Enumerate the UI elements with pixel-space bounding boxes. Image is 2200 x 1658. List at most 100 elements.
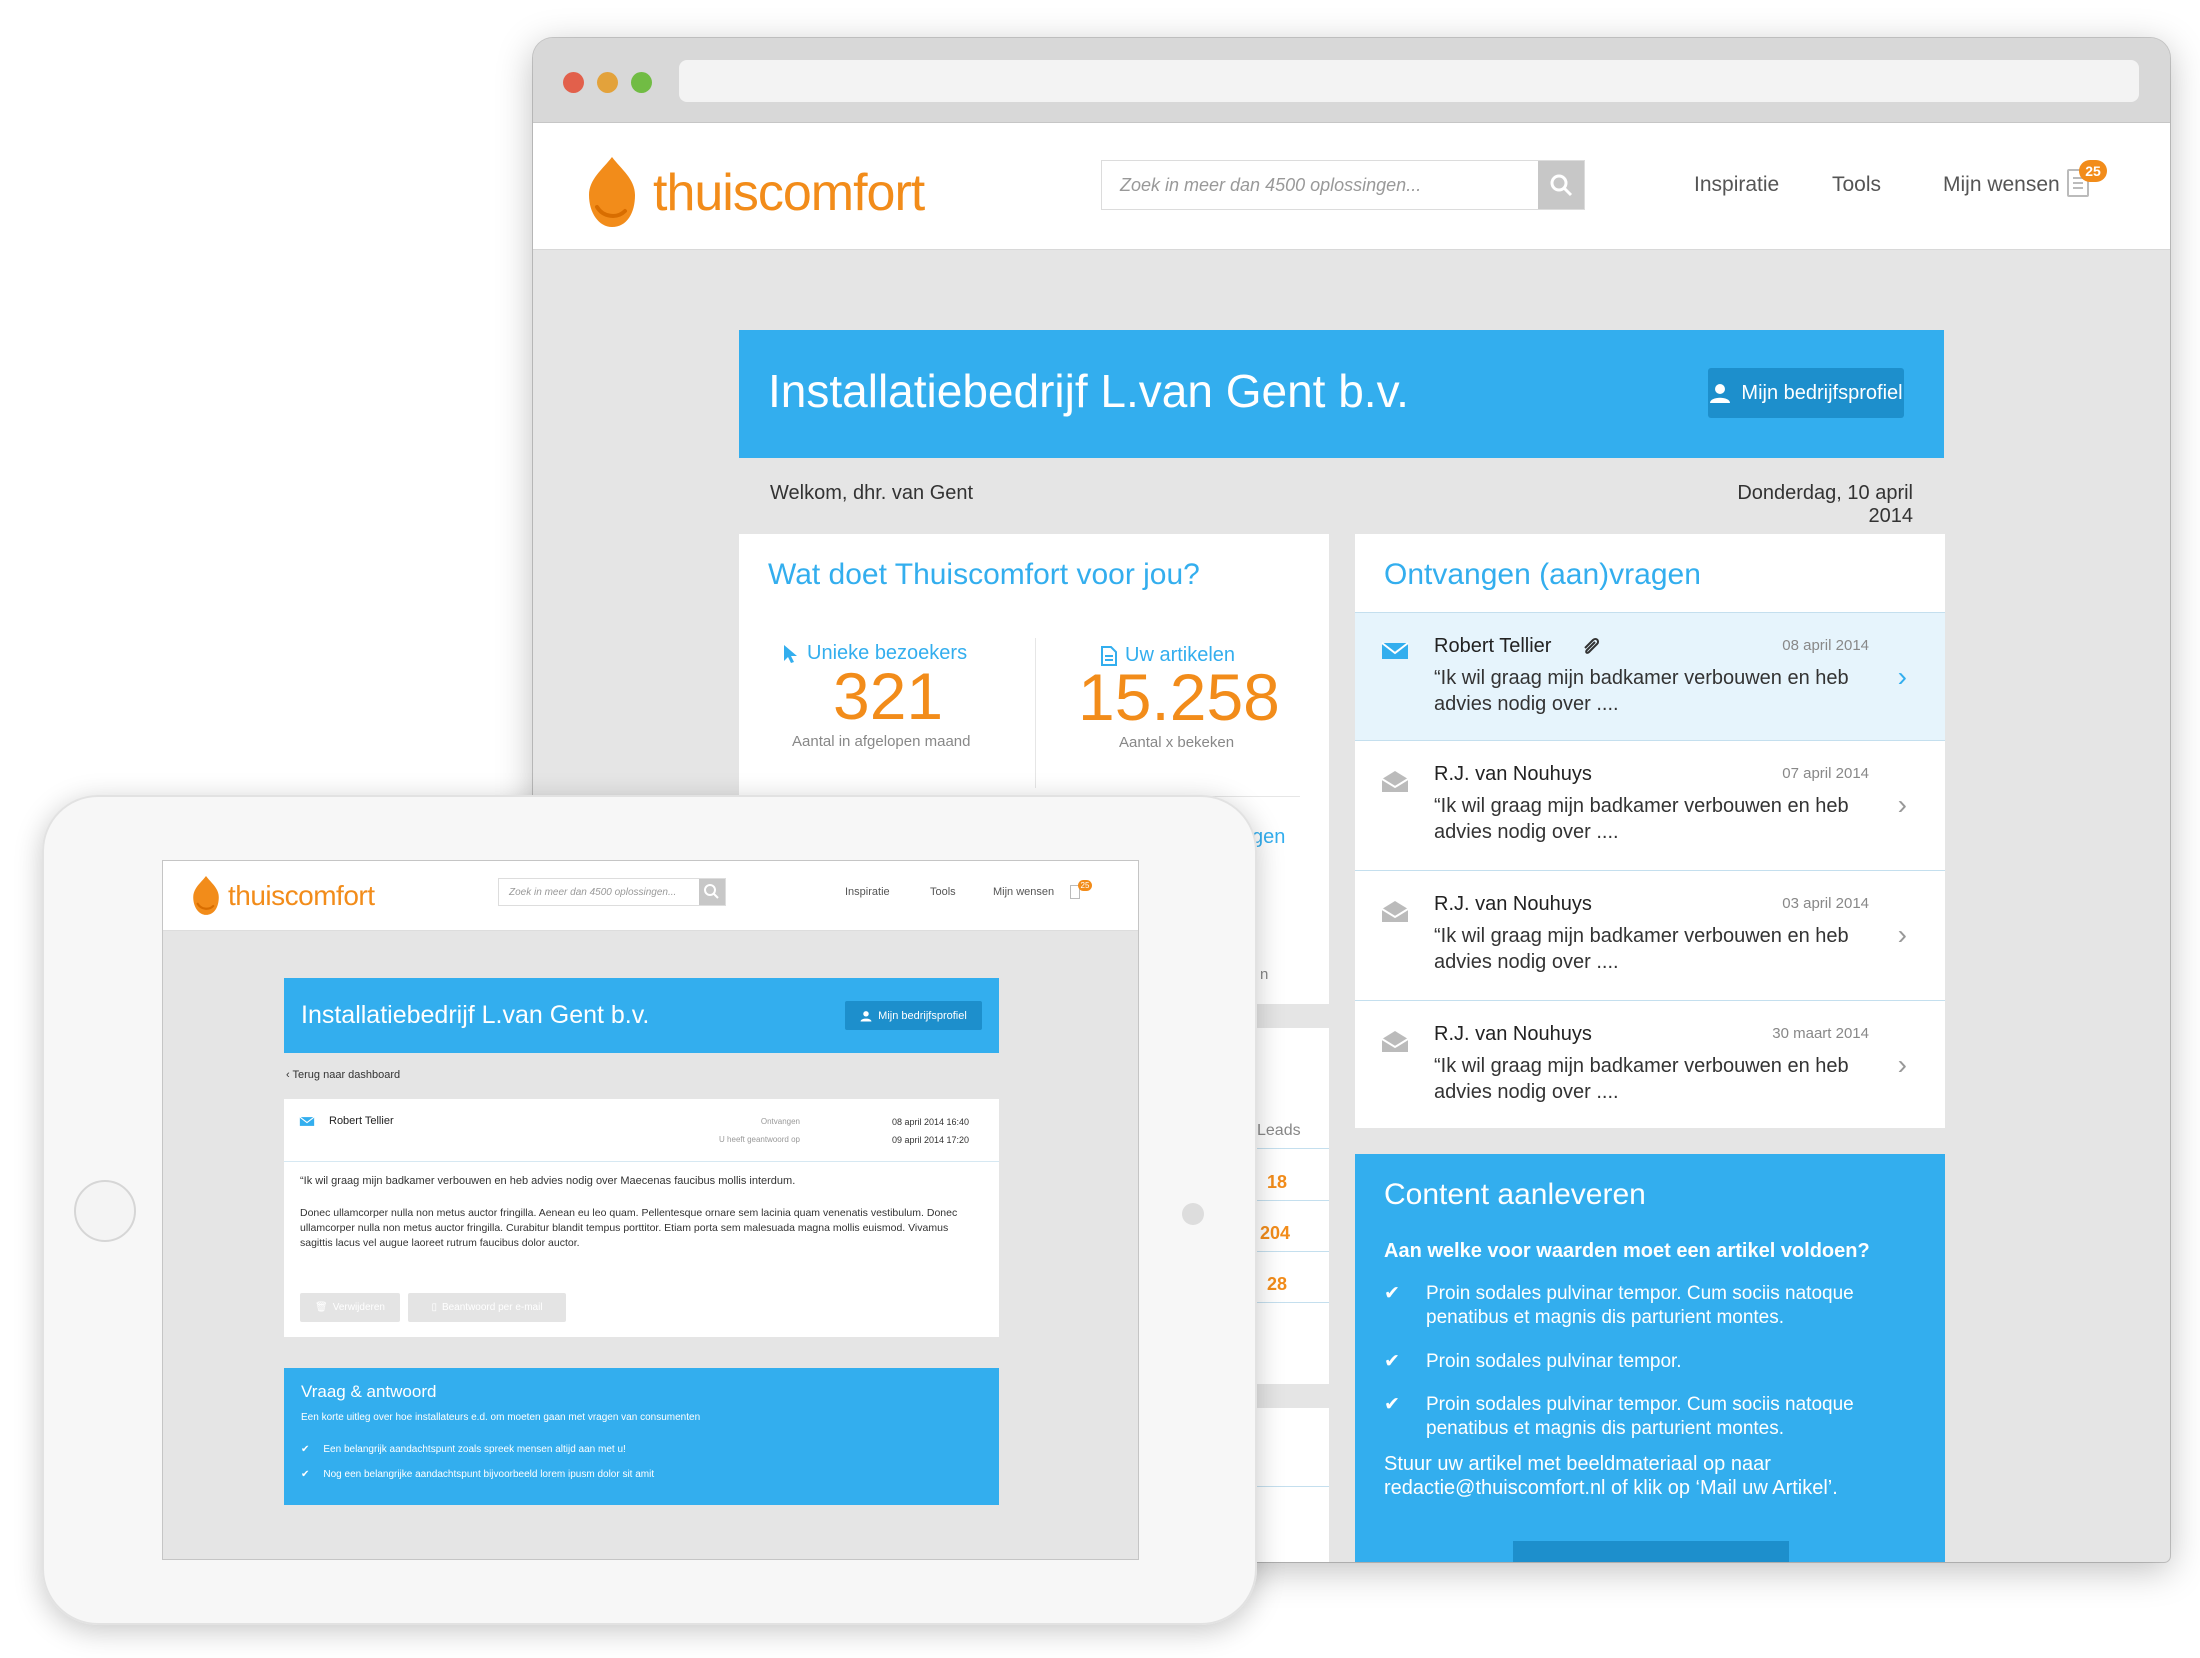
requirement-item: ✔ Proin sodales pulvinar tempor. Cum soc…	[1384, 1282, 1914, 1330]
search-icon	[1550, 174, 1573, 197]
leads-value: 28	[1267, 1274, 1288, 1294]
brand-name: thuiscomfort	[228, 880, 375, 911]
address-bar[interactable]	[679, 60, 2139, 102]
message-meta-labels: Ontvangen U heeft geantwoord op	[704, 1113, 800, 1149]
reply-label: Beantwoord per e-mail	[441, 1302, 543, 1313]
company-name: Installatiebedrijf L.van Gent b.v.	[768, 365, 1409, 417]
user-icon	[860, 1010, 872, 1021]
tablet-screen: thuiscomfort Zoek in meer dan 4500 oplos…	[162, 860, 1139, 1560]
nav-inspiratie[interactable]: Inspiratie	[1694, 173, 1779, 197]
home-button[interactable]	[74, 1180, 136, 1242]
company-name: Installatiebedrijf L.van Gent b.v.	[301, 1001, 650, 1029]
nav-tools[interactable]: Tools	[1832, 173, 1881, 197]
qa-item: ✔ Nog een belangrijke aandachtspunt bijvo…	[301, 1469, 654, 1480]
search-placeholder: Zoek in meer dan 4500 oplossingen...	[509, 887, 677, 898]
search-input[interactable]: Zoek in meer dan 4500 oplossingen...	[498, 878, 726, 906]
maximize-window-button[interactable]	[631, 72, 652, 93]
leads-value: 18	[1267, 1172, 1288, 1192]
requirement-text: Proin sodales pulvinar tempor.	[1426, 1351, 1682, 1372]
company-profile-label: Mijn bedrijfsprofiel	[878, 1009, 967, 1022]
welcome-text: Welkom, dhr. van Gent	[770, 482, 974, 504]
qa-item-text: Een belangrijk aandachtspunt zoals spree…	[323, 1444, 626, 1455]
search-placeholder: Zoek in meer dan 4500 oplossingen...	[1120, 175, 1422, 195]
qa-title: Vraag & antwoord	[301, 1382, 437, 1401]
logo[interactable]: thuiscomfort	[191, 871, 375, 921]
tablet-device: thuiscomfort Zoek in meer dan 4500 oplos…	[42, 795, 1257, 1625]
chevron-right-icon[interactable]: ›	[1898, 789, 1907, 821]
inbox-message[interactable]: R.J. van Nouhuys 07 april 2014 “Ik wil g…	[1355, 740, 1945, 868]
qa-item: ✔ Een belangrijk aandachtspunt zoals spre…	[301, 1444, 626, 1455]
user-icon	[1710, 384, 1731, 403]
message-sender: Robert Tellier	[329, 1115, 394, 1127]
message-quote: “Ik wil graag mijn badkamer verbouwen en…	[300, 1175, 796, 1187]
inbox-message[interactable]: R.J. van Nouhuys 30 maart 2014 “Ik wil g…	[1355, 1000, 1945, 1128]
nav-inspiratie[interactable]: Inspiratie	[845, 886, 890, 898]
message-preview: “Ik wil graag mijn badkamer verbouwen en…	[1434, 925, 1849, 973]
close-window-button[interactable]	[563, 72, 584, 93]
check-icon: ✔	[1384, 1283, 1400, 1304]
message-sender: R.J. van Nouhuys	[1434, 763, 1592, 785]
message-preview: “Ik wil graag mijn badkamer verbouwen en…	[1434, 795, 1849, 843]
message-sender: R.J. van Nouhuys	[1434, 1023, 1592, 1045]
inbox-panel: Ontvangen (aan)vragen Robert Tellier 08 …	[1355, 534, 1945, 1128]
requirement-item: ✔ Proin sodales pulvinar tempor.	[1384, 1350, 1914, 1374]
logo[interactable]: thuiscomfort	[585, 153, 925, 233]
envelope-icon	[299, 1116, 315, 1126]
stats-divider	[1035, 638, 1036, 788]
message-date: 08 april 2014	[1782, 637, 1869, 654]
articles-value: 15.258	[1078, 660, 1280, 734]
check-icon: ✔	[1384, 1351, 1400, 1372]
company-banner: Installatiebedrijf L.van Gent b.v. Mijn …	[739, 330, 1944, 458]
content-question: Aan welke voor waarden moet een artikel …	[1384, 1240, 1870, 1262]
current-date: Donderdag, 10 april 2014	[1737, 482, 1913, 527]
minimize-window-button[interactable]	[597, 72, 618, 93]
company-profile-button[interactable]: Mijn bedrijfsprofiel	[845, 1001, 982, 1030]
message-preview: “Ik wil graag mijn badkamer verbouwen en…	[1434, 667, 1849, 715]
back-to-dashboard-link[interactable]: ‹ Terug naar dashboard	[286, 1069, 400, 1081]
nav-tools[interactable]: Tools	[930, 886, 956, 898]
stats-link-partial[interactable]: gen	[1252, 826, 1285, 849]
search-button[interactable]	[699, 879, 725, 905]
message-date: 07 april 2014	[1782, 765, 1869, 782]
check-icon: ✔	[1384, 1394, 1400, 1415]
qa-item-text: Nog een belangrijke aandachtspunt bijvoo…	[323, 1469, 655, 1480]
message-body: Donec ullamcorper nulla non metus auctor…	[300, 1207, 958, 1249]
check-icon: ✔	[301, 1444, 310, 1455]
inbox-message[interactable]: R.J. van Nouhuys 03 april 2014 “Ik wil g…	[1355, 870, 1945, 998]
nav-mijn-wensen[interactable]: Mijn wensen	[993, 886, 1054, 898]
check-icon: ✔	[301, 1469, 310, 1480]
wishlist-count-badge: 25	[1078, 880, 1092, 891]
envelope-icon	[1381, 642, 1409, 659]
answered-value: 09 april 2014 17:20	[892, 1135, 970, 1145]
received-value: 08 april 2014 16:40	[892, 1117, 970, 1127]
chevron-right-icon[interactable]: ›	[1898, 1049, 1907, 1081]
chevron-right-icon[interactable]: ›	[1898, 661, 1907, 693]
content-title: Content aanleveren	[1384, 1178, 1646, 1211]
wishlist-count-badge: 25	[2079, 160, 2107, 182]
brand-name: thuiscomfort	[653, 164, 925, 222]
message-preview: “Ik wil graag mijn badkamer verbouwen en…	[1434, 1055, 1849, 1103]
house-logo-icon	[589, 157, 635, 227]
chevron-right-icon[interactable]: ›	[1898, 919, 1907, 951]
house-logo-icon	[193, 876, 219, 915]
inbox-message[interactable]: Robert Tellier 08 april 2014 “Ik wil gra…	[1355, 612, 1945, 740]
delete-label: Verwijderen	[332, 1302, 385, 1313]
company-profile-label: Mijn bedrijfsprofiel	[1741, 381, 1903, 404]
search-input[interactable]: Zoek in meer dan 4500 oplossingen...	[1101, 160, 1585, 210]
inbox-title: Ontvangen (aan)vragen	[1384, 558, 1701, 591]
trash-icon: 🗑	[315, 1302, 328, 1313]
company-banner: Installatiebedrijf L.van Gent b.v. Mijn …	[284, 978, 999, 1053]
requirement-text: Proin sodales pulvinar tempor. Cum socii…	[1426, 1283, 1854, 1328]
nav-mijn-wensen[interactable]: Mijn wensen	[1943, 173, 2060, 197]
visitors-value: 321	[833, 659, 944, 733]
content-panel: Content aanleveren Aan welke voor waarde…	[1355, 1154, 1945, 1562]
message-date: 03 april 2014	[1782, 895, 1869, 912]
open-envelope-icon	[1381, 1031, 1409, 1052]
company-profile-button[interactable]: Mijn bedrijfsprofiel	[1708, 368, 1904, 418]
message-separator	[284, 1161, 999, 1162]
reply-email-button[interactable]: ▯ Beantwoord per e-mail	[408, 1293, 566, 1322]
search-button[interactable]	[1538, 161, 1584, 209]
mail-article-button[interactable]	[1513, 1541, 1789, 1562]
delete-button[interactable]: 🗑 Verwijderen	[300, 1293, 400, 1322]
qa-panel: Vraag & antwoord Een korte uitleg over h…	[284, 1368, 999, 1505]
